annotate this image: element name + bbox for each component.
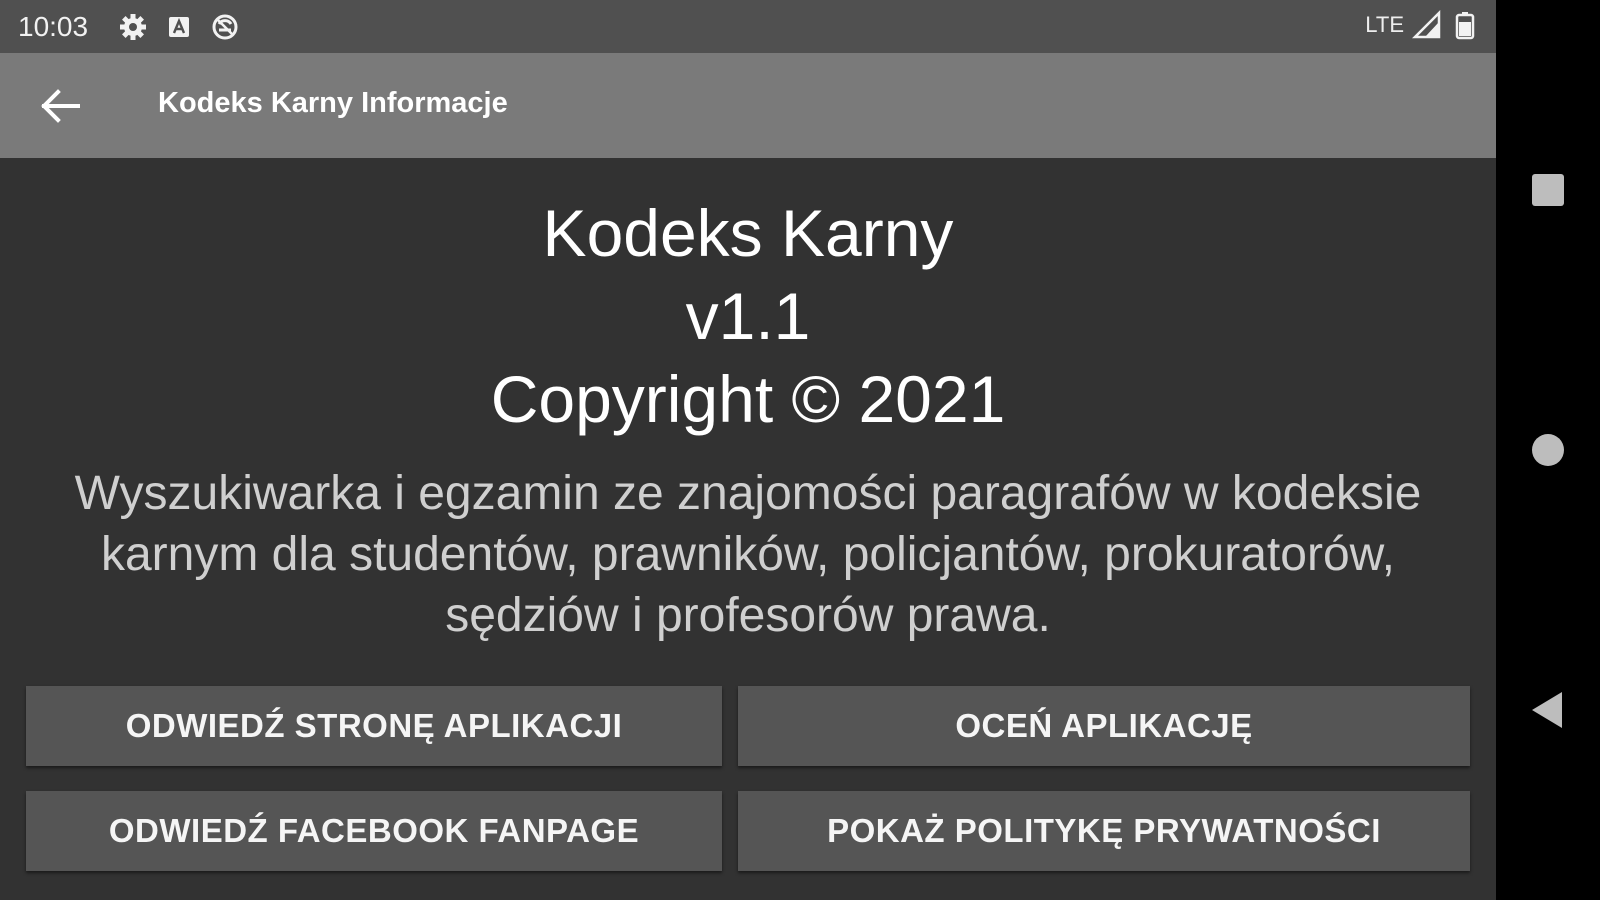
app-description: Wyszukiwarka i egzamin ze znajomości par… bbox=[74, 467, 1422, 642]
system-nav-bar bbox=[1496, 0, 1600, 900]
gear-icon bbox=[118, 12, 148, 42]
back-icon bbox=[1532, 692, 1562, 728]
app-info-heading: Kodeks Karny v1.1 Copyright © 2021 bbox=[0, 192, 1496, 441]
app-screen: 10:03 LTE Kodeks Karny Informacje Kodeks… bbox=[0, 0, 1496, 900]
app-name: Kodeks Karny bbox=[542, 196, 954, 270]
status-time: 10:03 bbox=[18, 11, 89, 42]
copyright-text: Copyright © 2021 bbox=[490, 362, 1006, 436]
app-bar: Kodeks Karny Informacje bbox=[0, 53, 1496, 158]
recents-button[interactable] bbox=[1526, 168, 1570, 212]
nav-back-button[interactable] bbox=[1526, 688, 1570, 732]
status-bar: 10:03 LTE bbox=[0, 0, 1496, 53]
status-icons-right: LTE bbox=[1365, 9, 1480, 40]
a-icon bbox=[164, 12, 194, 42]
signal-icon bbox=[1411, 9, 1442, 40]
visit-app-page-button[interactable]: ODWIEDŹ STRONĘ APLIKACJI bbox=[26, 686, 722, 766]
about-content: Kodeks Karny v1.1 Copyright © 2021 Wyszu… bbox=[0, 158, 1496, 900]
home-button[interactable] bbox=[1526, 428, 1570, 472]
sync-icon bbox=[210, 12, 240, 42]
privacy-policy-button[interactable]: POKAŻ POLITYKĘ PRYWATNOŚCI bbox=[738, 791, 1470, 871]
back-button[interactable] bbox=[36, 81, 86, 131]
arrow-left-icon bbox=[41, 89, 80, 123]
home-icon bbox=[1532, 434, 1564, 466]
network-type: LTE bbox=[1365, 12, 1404, 37]
rate-app-button[interactable]: OCEŃ APLIKACJĘ bbox=[738, 686, 1470, 766]
recents-icon bbox=[1532, 174, 1564, 206]
visit-facebook-button[interactable]: ODWIEDŹ FACEBOOK FANPAGE bbox=[26, 791, 722, 871]
status-icons-left bbox=[118, 12, 240, 42]
battery-icon bbox=[1450, 10, 1480, 40]
app-version: v1.1 bbox=[685, 279, 811, 353]
app-bar-title: Kodeks Karny Informacje bbox=[158, 87, 508, 119]
